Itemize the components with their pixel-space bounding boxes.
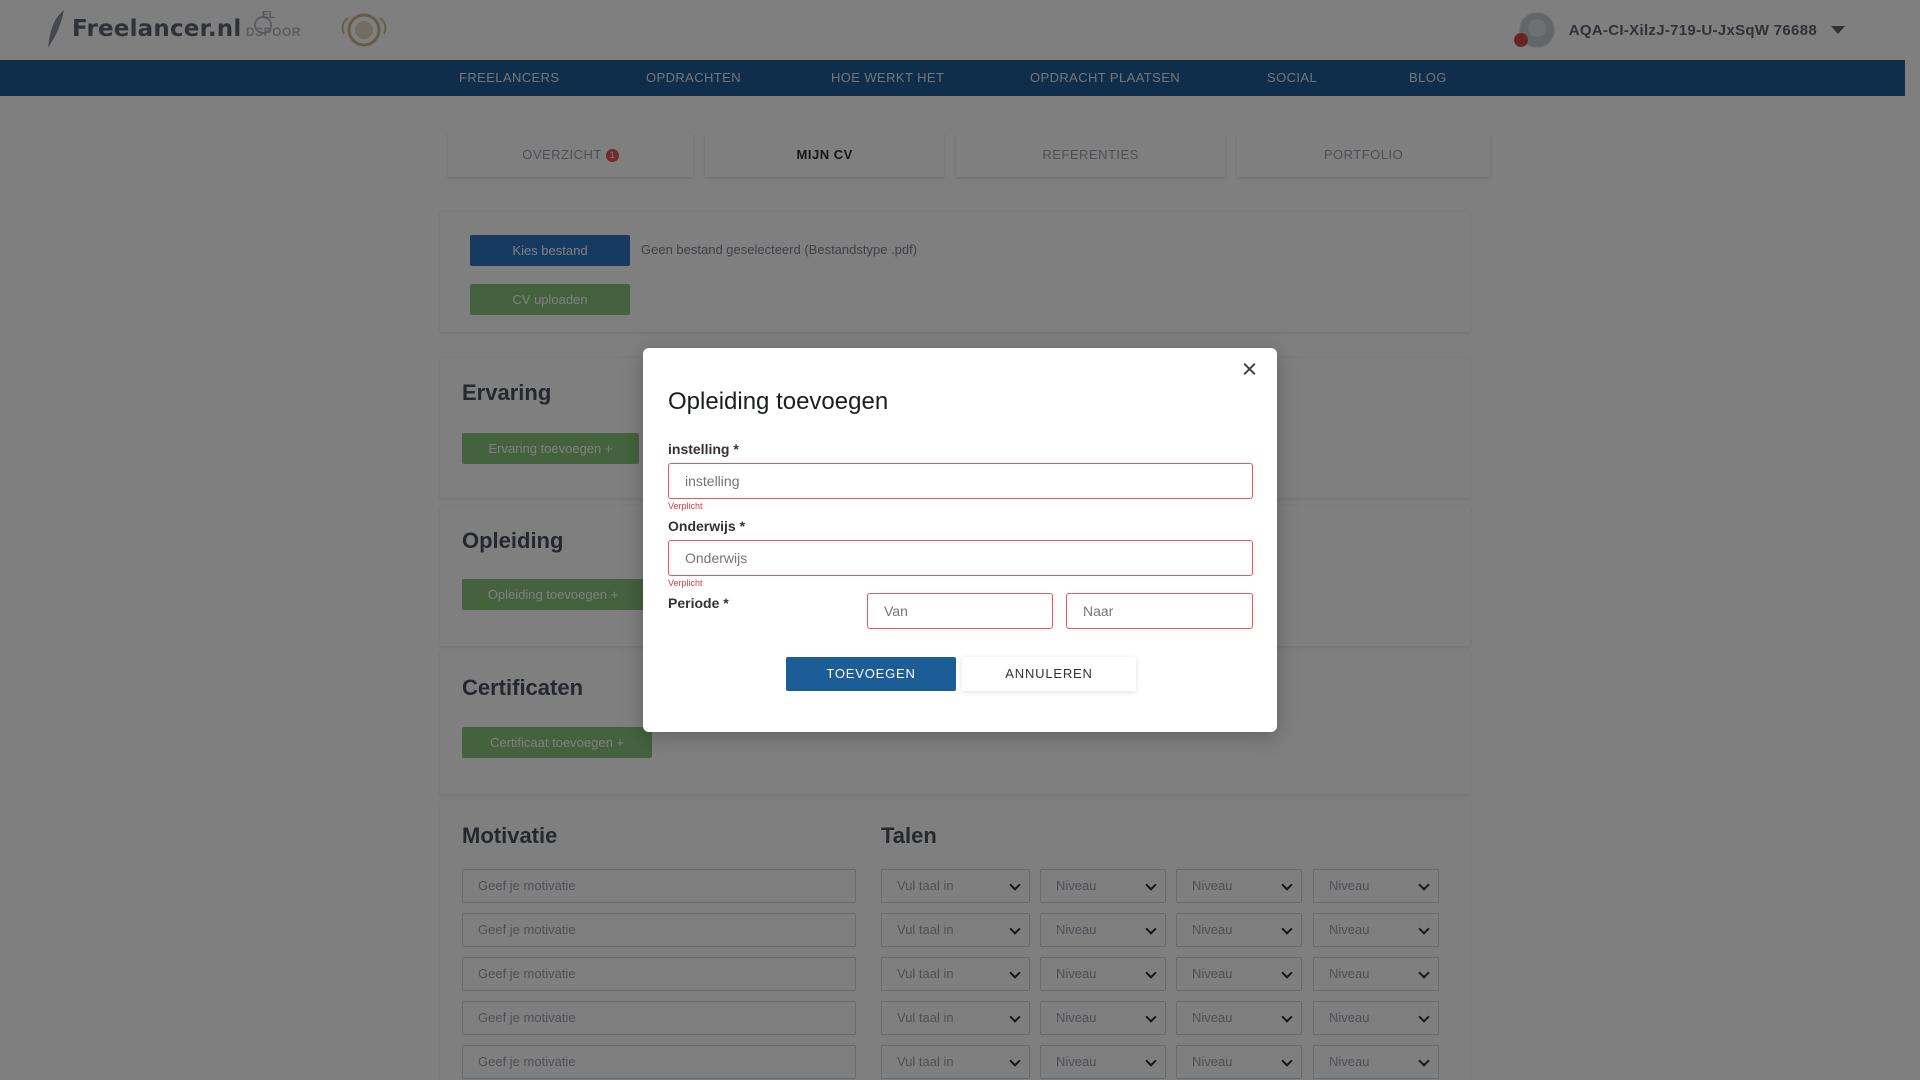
add-opleiding-modal: Opleiding toevoegen instelling * Verplic…	[643, 348, 1277, 732]
close-icon[interactable]	[1239, 358, 1261, 380]
modal-title: Opleiding toevoegen	[668, 388, 889, 415]
naar-input[interactable]	[1066, 593, 1253, 629]
van-input[interactable]	[867, 593, 1053, 629]
onderwijs-error: Verplicht	[668, 578, 703, 588]
annuleren-button[interactable]: ANNULEREN	[962, 657, 1136, 691]
instelling-label: instelling *	[668, 441, 739, 457]
toevoegen-button[interactable]: TOEVOEGEN	[786, 657, 956, 691]
instelling-input[interactable]	[668, 463, 1253, 499]
periode-label: Periode *	[668, 595, 729, 611]
onderwijs-input[interactable]	[668, 540, 1253, 576]
instelling-error: Verplicht	[668, 501, 703, 511]
onderwijs-label: Onderwijs *	[668, 518, 746, 534]
